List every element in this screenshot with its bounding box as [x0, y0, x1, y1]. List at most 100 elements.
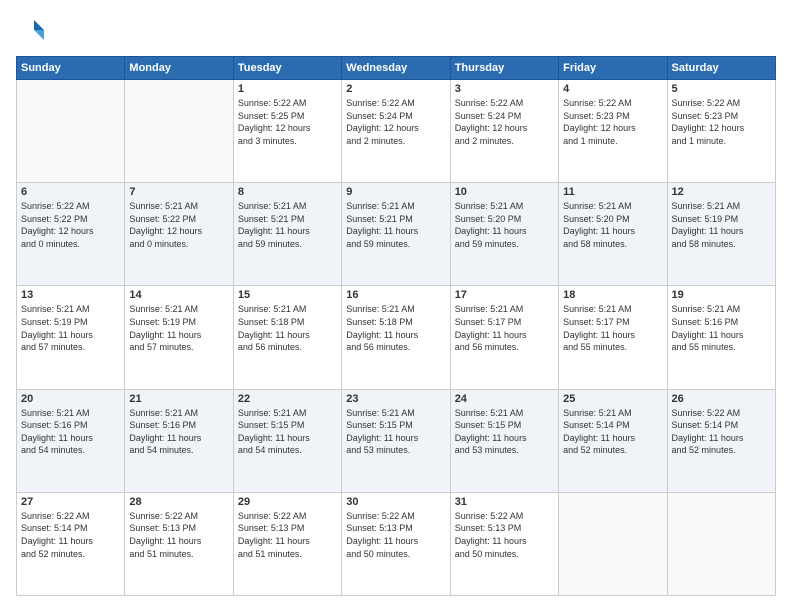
- calendar-day-cell: 31 Sunrise: 5:22 AM Sunset: 5:13 PM Dayli…: [450, 492, 558, 595]
- weekday-header: Thursday: [450, 57, 558, 80]
- calendar-day-cell: 3 Sunrise: 5:22 AM Sunset: 5:24 PM Daylig…: [450, 80, 558, 183]
- page: SundayMondayTuesdayWednesdayThursdayFrid…: [0, 0, 792, 612]
- calendar-day-cell: 7 Sunrise: 5:21 AM Sunset: 5:22 PM Daylig…: [125, 183, 233, 286]
- calendar-day-cell: 18 Sunrise: 5:21 AM Sunset: 5:17 PM Dayli…: [559, 286, 667, 389]
- calendar-day-cell: 19 Sunrise: 5:21 AM Sunset: 5:16 PM Dayli…: [667, 286, 775, 389]
- calendar-day-cell: 8 Sunrise: 5:21 AM Sunset: 5:21 PM Daylig…: [233, 183, 341, 286]
- day-number: 30: [346, 496, 445, 508]
- calendar-day-cell: 23 Sunrise: 5:21 AM Sunset: 5:15 PM Dayli…: [342, 389, 450, 492]
- calendar-week-row: 27Sunrise: 5:22 AM Sunset: 5:14 PM Dayli…: [17, 492, 776, 595]
- day-info: Sunrise: 5:21 AM Sunset: 5:16 PM Dayligh…: [21, 407, 120, 457]
- day-number: 11: [563, 186, 662, 198]
- calendar-day-cell: 2 Sunrise: 5:22 AM Sunset: 5:24 PM Daylig…: [342, 80, 450, 183]
- day-number: 3: [455, 83, 554, 95]
- day-info: Sunrise: 5:22 AM Sunset: 5:13 PM Dayligh…: [129, 510, 228, 560]
- logo-icon: [16, 16, 46, 46]
- day-info: Sunrise: 5:21 AM Sunset: 5:17 PM Dayligh…: [563, 303, 662, 353]
- calendar-day-cell: 6Sunrise: 5:22 AM Sunset: 5:22 PM Daylig…: [17, 183, 125, 286]
- day-info: Sunrise: 5:22 AM Sunset: 5:23 PM Dayligh…: [563, 97, 662, 147]
- calendar-day-cell: 25 Sunrise: 5:21 AM Sunset: 5:14 PM Dayli…: [559, 389, 667, 492]
- calendar-day-cell: 27Sunrise: 5:22 AM Sunset: 5:14 PM Dayli…: [17, 492, 125, 595]
- day-number: 22: [238, 393, 337, 405]
- day-info: Sunrise: 5:21 AM Sunset: 5:15 PM Dayligh…: [346, 407, 445, 457]
- day-number: 28: [129, 496, 228, 508]
- weekday-header: Monday: [125, 57, 233, 80]
- day-number: 14: [129, 289, 228, 301]
- calendar-week-row: 13Sunrise: 5:21 AM Sunset: 5:19 PM Dayli…: [17, 286, 776, 389]
- day-info: Sunrise: 5:22 AM Sunset: 5:24 PM Dayligh…: [346, 97, 445, 147]
- calendar-day-cell: 13Sunrise: 5:21 AM Sunset: 5:19 PM Dayli…: [17, 286, 125, 389]
- calendar-day-cell: [559, 492, 667, 595]
- calendar-day-cell: [667, 492, 775, 595]
- calendar-day-cell: 20Sunrise: 5:21 AM Sunset: 5:16 PM Dayli…: [17, 389, 125, 492]
- day-info: Sunrise: 5:22 AM Sunset: 5:13 PM Dayligh…: [455, 510, 554, 560]
- day-number: 18: [563, 289, 662, 301]
- calendar-day-cell: 26 Sunrise: 5:22 AM Sunset: 5:14 PM Dayli…: [667, 389, 775, 492]
- day-info: Sunrise: 5:21 AM Sunset: 5:17 PM Dayligh…: [455, 303, 554, 353]
- day-number: 24: [455, 393, 554, 405]
- calendar-day-cell: 17 Sunrise: 5:21 AM Sunset: 5:17 PM Dayli…: [450, 286, 558, 389]
- day-number: 19: [672, 289, 771, 301]
- day-info: Sunrise: 5:21 AM Sunset: 5:19 PM Dayligh…: [672, 200, 771, 250]
- calendar-day-cell: 30Sunrise: 5:22 AM Sunset: 5:13 PM Dayli…: [342, 492, 450, 595]
- day-info: Sunrise: 5:22 AM Sunset: 5:23 PM Dayligh…: [672, 97, 771, 147]
- calendar-day-cell: 21 Sunrise: 5:21 AM Sunset: 5:16 PM Dayli…: [125, 389, 233, 492]
- day-number: 10: [455, 186, 554, 198]
- day-number: 8: [238, 186, 337, 198]
- day-number: 17: [455, 289, 554, 301]
- day-info: Sunrise: 5:21 AM Sunset: 5:19 PM Dayligh…: [129, 303, 228, 353]
- weekday-header: Sunday: [17, 57, 125, 80]
- calendar-day-cell: 16Sunrise: 5:21 AM Sunset: 5:18 PM Dayli…: [342, 286, 450, 389]
- day-number: 6: [21, 186, 120, 198]
- calendar-day-cell: 4 Sunrise: 5:22 AM Sunset: 5:23 PM Daylig…: [559, 80, 667, 183]
- weekday-header: Tuesday: [233, 57, 341, 80]
- calendar-day-cell: 9Sunrise: 5:21 AM Sunset: 5:21 PM Daylig…: [342, 183, 450, 286]
- day-info: Sunrise: 5:21 AM Sunset: 5:15 PM Dayligh…: [455, 407, 554, 457]
- day-number: 12: [672, 186, 771, 198]
- calendar-day-cell: 10 Sunrise: 5:21 AM Sunset: 5:20 PM Dayli…: [450, 183, 558, 286]
- day-number: 25: [563, 393, 662, 405]
- day-info: Sunrise: 5:21 AM Sunset: 5:21 PM Dayligh…: [238, 200, 337, 250]
- calendar-day-cell: 1Sunrise: 5:22 AM Sunset: 5:25 PM Daylig…: [233, 80, 341, 183]
- logo: [16, 16, 50, 46]
- calendar-day-cell: 11Sunrise: 5:21 AM Sunset: 5:20 PM Dayli…: [559, 183, 667, 286]
- day-info: Sunrise: 5:22 AM Sunset: 5:13 PM Dayligh…: [238, 510, 337, 560]
- day-info: Sunrise: 5:21 AM Sunset: 5:15 PM Dayligh…: [238, 407, 337, 457]
- calendar-day-cell: 22 Sunrise: 5:21 AM Sunset: 5:15 PM Dayli…: [233, 389, 341, 492]
- day-info: Sunrise: 5:21 AM Sunset: 5:18 PM Dayligh…: [238, 303, 337, 353]
- calendar-day-cell: 5Sunrise: 5:22 AM Sunset: 5:23 PM Daylig…: [667, 80, 775, 183]
- day-number: 15: [238, 289, 337, 301]
- weekday-header: Wednesday: [342, 57, 450, 80]
- day-info: Sunrise: 5:22 AM Sunset: 5:14 PM Dayligh…: [21, 510, 120, 560]
- day-number: 26: [672, 393, 771, 405]
- day-info: Sunrise: 5:21 AM Sunset: 5:22 PM Dayligh…: [129, 200, 228, 250]
- calendar-day-cell: 15 Sunrise: 5:21 AM Sunset: 5:18 PM Dayli…: [233, 286, 341, 389]
- calendar-week-row: 20Sunrise: 5:21 AM Sunset: 5:16 PM Dayli…: [17, 389, 776, 492]
- day-info: Sunrise: 5:21 AM Sunset: 5:20 PM Dayligh…: [455, 200, 554, 250]
- day-info: Sunrise: 5:22 AM Sunset: 5:24 PM Dayligh…: [455, 97, 554, 147]
- calendar-day-cell: 24 Sunrise: 5:21 AM Sunset: 5:15 PM Dayli…: [450, 389, 558, 492]
- day-number: 9: [346, 186, 445, 198]
- day-info: Sunrise: 5:21 AM Sunset: 5:16 PM Dayligh…: [129, 407, 228, 457]
- day-number: 7: [129, 186, 228, 198]
- weekday-header: Friday: [559, 57, 667, 80]
- day-info: Sunrise: 5:21 AM Sunset: 5:16 PM Dayligh…: [672, 303, 771, 353]
- calendar-day-cell: 28 Sunrise: 5:22 AM Sunset: 5:13 PM Dayli…: [125, 492, 233, 595]
- day-info: Sunrise: 5:21 AM Sunset: 5:14 PM Dayligh…: [563, 407, 662, 457]
- day-number: 16: [346, 289, 445, 301]
- calendar-day-cell: 14 Sunrise: 5:21 AM Sunset: 5:19 PM Dayli…: [125, 286, 233, 389]
- calendar-day-cell: [125, 80, 233, 183]
- calendar-week-row: 6Sunrise: 5:22 AM Sunset: 5:22 PM Daylig…: [17, 183, 776, 286]
- day-info: Sunrise: 5:22 AM Sunset: 5:14 PM Dayligh…: [672, 407, 771, 457]
- day-number: 1: [238, 83, 337, 95]
- day-number: 23: [346, 393, 445, 405]
- header: [16, 16, 776, 46]
- day-number: 29: [238, 496, 337, 508]
- day-number: 2: [346, 83, 445, 95]
- day-number: 31: [455, 496, 554, 508]
- calendar-week-row: 1Sunrise: 5:22 AM Sunset: 5:25 PM Daylig…: [17, 80, 776, 183]
- day-number: 21: [129, 393, 228, 405]
- day-number: 4: [563, 83, 662, 95]
- calendar-day-cell: 12 Sunrise: 5:21 AM Sunset: 5:19 PM Dayli…: [667, 183, 775, 286]
- weekday-header: Saturday: [667, 57, 775, 80]
